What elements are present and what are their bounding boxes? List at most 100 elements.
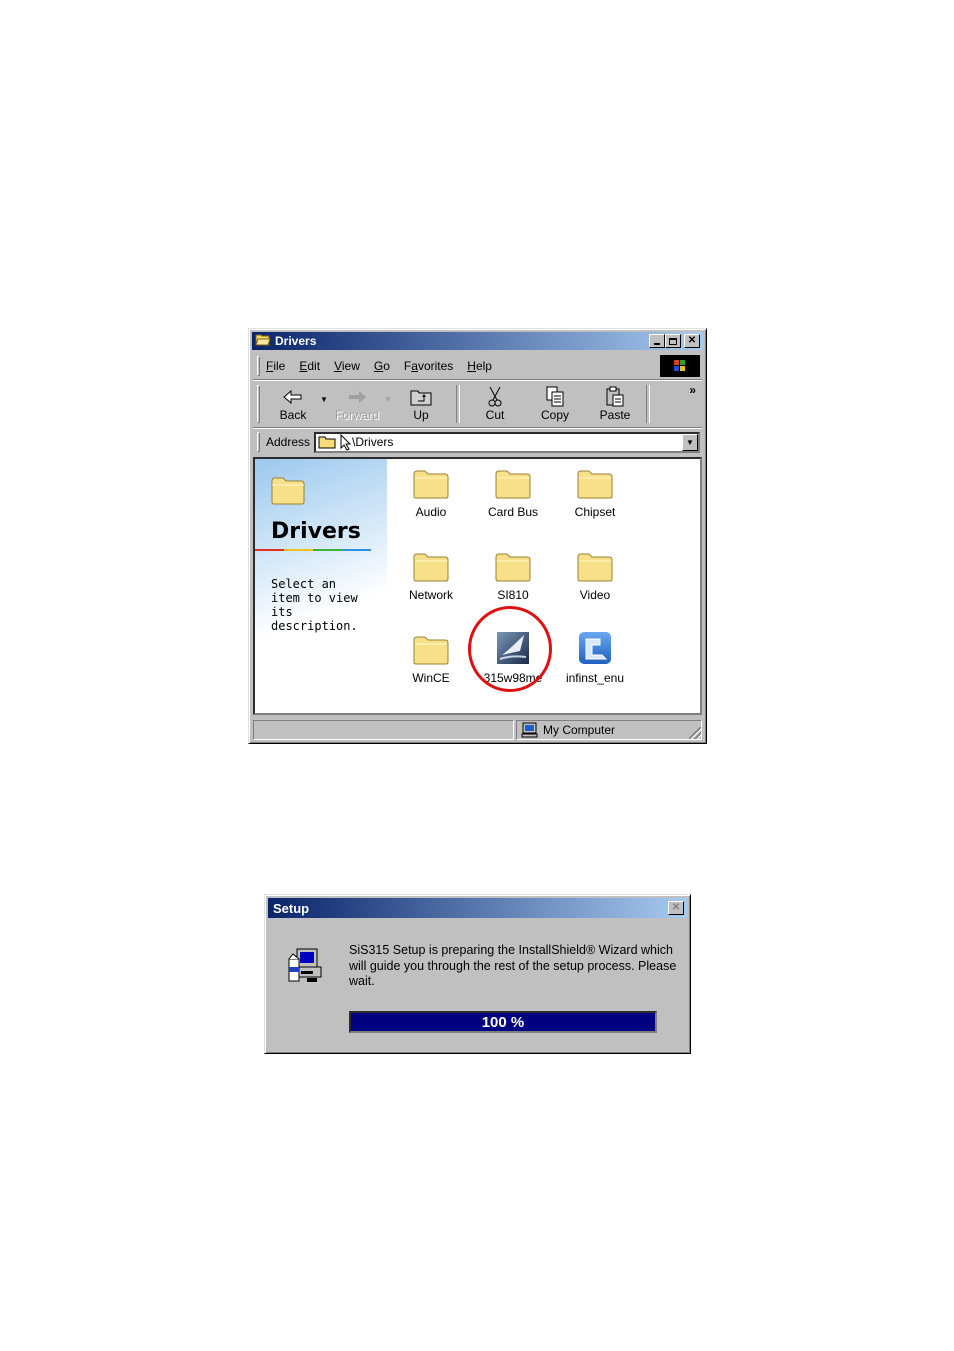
back-button[interactable]: Back	[266, 382, 320, 426]
menu-accel: H	[467, 359, 476, 373]
menu-favorites[interactable]: Favorites	[404, 359, 453, 373]
toolbar-separator	[456, 385, 460, 423]
file-item-video[interactable]: Video	[555, 546, 635, 602]
back-dropdown-arrow[interactable]: ▼	[320, 395, 330, 404]
address-dropdown-button[interactable]: ▼	[682, 433, 698, 451]
folder-icon	[413, 546, 449, 582]
menu-label: elp	[475, 359, 492, 373]
file-item-si810[interactable]: SI810	[473, 546, 553, 602]
toolbar-grip[interactable]	[257, 385, 260, 423]
forward-arrow-icon	[347, 386, 367, 408]
close-icon: ✕	[671, 902, 681, 913]
forward-dropdown-arrow[interactable]: ▼	[384, 395, 394, 404]
forward-button[interactable]: Forward	[330, 382, 384, 426]
address-grip[interactable]	[257, 432, 260, 452]
minimize-icon	[654, 343, 660, 345]
title-bar[interactable]: Drivers ✕	[252, 332, 703, 350]
zone-label: My Computer	[543, 723, 616, 737]
file-label: Video	[579, 588, 611, 602]
file-label: WinCE	[412, 671, 450, 685]
windows-logo	[660, 355, 700, 377]
folder-icon	[577, 463, 613, 499]
resize-grip[interactable]	[689, 727, 701, 739]
up-label: Up	[413, 408, 429, 422]
panel-description: Select an item to view its description.	[271, 577, 358, 633]
webview-panel: Drivers Select an item to view its descr…	[255, 459, 387, 713]
folder-icon	[577, 546, 613, 582]
file-label: Network	[408, 588, 453, 602]
menu-label: o	[383, 359, 390, 373]
paste-button[interactable]: Paste	[588, 382, 642, 426]
copy-icon	[545, 386, 565, 408]
maximize-button[interactable]	[665, 334, 681, 348]
menu-accel: V	[334, 359, 342, 373]
toolbar-separator	[646, 385, 650, 423]
copy-label: Copy	[540, 408, 569, 422]
menu-label: iew	[341, 359, 360, 373]
progress-bar: 100 %	[349, 1011, 657, 1033]
folder-open-icon	[255, 333, 271, 349]
close-icon: ✕	[687, 335, 697, 346]
folder-icon	[413, 463, 449, 499]
installer-computer-icon	[285, 945, 325, 988]
installer-icon	[578, 629, 612, 665]
menu-grip[interactable]	[257, 356, 260, 376]
progress-label: 100 %	[481, 1013, 525, 1031]
setup-dialog: Setup ✕ SiS315 Setup is preparing the In…	[264, 894, 691, 1054]
folder-icon	[271, 477, 305, 508]
dialog-title-bar[interactable]: Setup ✕	[268, 898, 687, 918]
address-value: \Drivers	[352, 435, 394, 449]
minimize-button[interactable]	[649, 334, 665, 348]
up-button[interactable]: Up	[394, 382, 448, 426]
paste-label: Paste	[599, 408, 631, 422]
menu-help[interactable]: Help	[467, 359, 492, 373]
back-label: Back	[279, 408, 307, 422]
back-arrow-icon	[283, 386, 303, 408]
file-item-card-bus[interactable]: Card Bus	[473, 463, 553, 519]
file-label: infinst_enu	[565, 671, 625, 685]
cut-button[interactable]: Cut	[468, 382, 522, 426]
menu-accel: a	[411, 359, 418, 373]
file-item-chipset[interactable]: Chipset	[555, 463, 635, 519]
address-input[interactable]: \Drivers ▼	[314, 431, 700, 453]
clipboard-icon	[605, 386, 625, 408]
explorer-window: Drivers ✕ File Edit View Go Favorites He…	[248, 328, 707, 744]
folder-icon	[495, 463, 531, 499]
menu-accel: G	[373, 359, 384, 373]
highlight-circle	[468, 606, 552, 692]
dialog-close-button[interactable]: ✕	[668, 901, 684, 915]
window-title: Drivers	[275, 334, 317, 348]
file-item-wince[interactable]: WinCE	[391, 629, 471, 685]
copy-button[interactable]: Copy	[528, 382, 582, 426]
address-bar: Address \Drivers ▼	[253, 429, 702, 455]
dialog-message: SiS315 Setup is preparing the InstallShi…	[349, 943, 677, 988]
cut-label: Cut	[485, 408, 505, 422]
file-item-audio[interactable]: Audio	[391, 463, 471, 519]
file-label: Card Bus	[487, 505, 539, 519]
status-panel	[253, 720, 514, 740]
folder-up-icon	[410, 386, 432, 408]
menu-bar: File Edit View Go Favorites Help	[253, 353, 702, 380]
status-zone: My Computer	[516, 720, 702, 740]
file-label: SI810	[497, 588, 529, 602]
panel-divider	[255, 549, 371, 551]
scissors-icon	[487, 386, 503, 408]
folder-icon	[413, 629, 449, 665]
file-item-infinst-enu[interactable]: infinst_enu	[555, 629, 635, 685]
panel-title: Drivers	[271, 519, 361, 544]
my-computer-icon	[521, 722, 539, 738]
status-bar: My Computer	[253, 720, 702, 740]
mouse-cursor-icon	[340, 433, 352, 451]
maximize-icon	[669, 337, 677, 345]
menu-edit[interactable]: Edit	[299, 359, 320, 373]
folder-icon	[495, 546, 531, 582]
menu-view[interactable]: View	[334, 359, 360, 373]
dialog-title: Setup	[273, 900, 310, 916]
close-button[interactable]: ✕	[684, 334, 700, 348]
menu-go[interactable]: Go	[374, 359, 390, 373]
menu-label: vorites	[417, 359, 454, 373]
file-item-network[interactable]: Network	[391, 546, 471, 602]
menu-file[interactable]: File	[266, 359, 285, 373]
address-label: Address	[266, 435, 311, 449]
toolbar-chevron[interactable]: »	[689, 383, 696, 397]
